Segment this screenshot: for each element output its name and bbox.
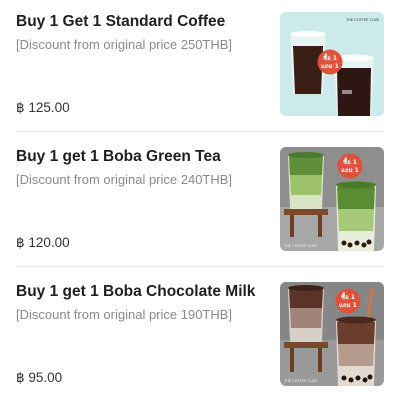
promo-item-boba-green-tea[interactable]: Buy 1 get 1 Boba Green Tea [Discount fro…: [0, 135, 400, 265]
item-image-green-tea-boba: THE COFFEE CLUB ซื้อ 1 แถม 1: [280, 147, 384, 251]
promo-item-boba-chocolate-milk[interactable]: Buy 1 get 1 Boba Chocolate Milk [Discoun…: [0, 270, 400, 400]
promo-item-standard-coffee[interactable]: Buy 1 Get 1 Standard Coffee [Discount fr…: [0, 0, 400, 130]
item-subtitle: [Discount from original price 240THB]: [16, 172, 233, 187]
item-price: ฿ 95.00: [16, 370, 63, 385]
divider: [16, 266, 384, 267]
divider: [16, 131, 384, 132]
badge-line2: แถม 1: [339, 302, 357, 309]
item-title: Buy 1 get 1 Boba Chocolate Milk: [16, 283, 256, 300]
promo-list: Buy 1 Get 1 Standard Coffee [Discount fr…: [0, 0, 400, 400]
item-subtitle: [Discount from original price 250THB]: [16, 37, 233, 52]
svg-text:THE COFFEE CLUB: THE COFFEE CLUB: [283, 379, 317, 383]
item-image-iced-coffee: THE COFFEE CLUB ซื้อ 1 แถม 1: [280, 12, 384, 116]
item-image-chocolate-boba: THE COFFEE CLUB ซื้อ 1 แถม 1: [280, 282, 384, 386]
item-price: ฿ 125.00: [16, 100, 70, 115]
svg-text:THE COFFEE CLUB: THE COFFEE CLUB: [283, 244, 317, 248]
item-title: Buy 1 get 1 Boba Green Tea: [16, 148, 221, 165]
badge-line2: แถม 1: [341, 167, 359, 174]
item-price: ฿ 120.00: [16, 235, 70, 250]
item-subtitle: [Discount from original price 190THB]: [16, 307, 233, 322]
badge-line2: แถม 1: [321, 63, 339, 70]
item-title: Buy 1 Get 1 Standard Coffee: [16, 13, 226, 30]
svg-text:THE COFFEE CLUB: THE COFFEE CLUB: [345, 18, 379, 22]
